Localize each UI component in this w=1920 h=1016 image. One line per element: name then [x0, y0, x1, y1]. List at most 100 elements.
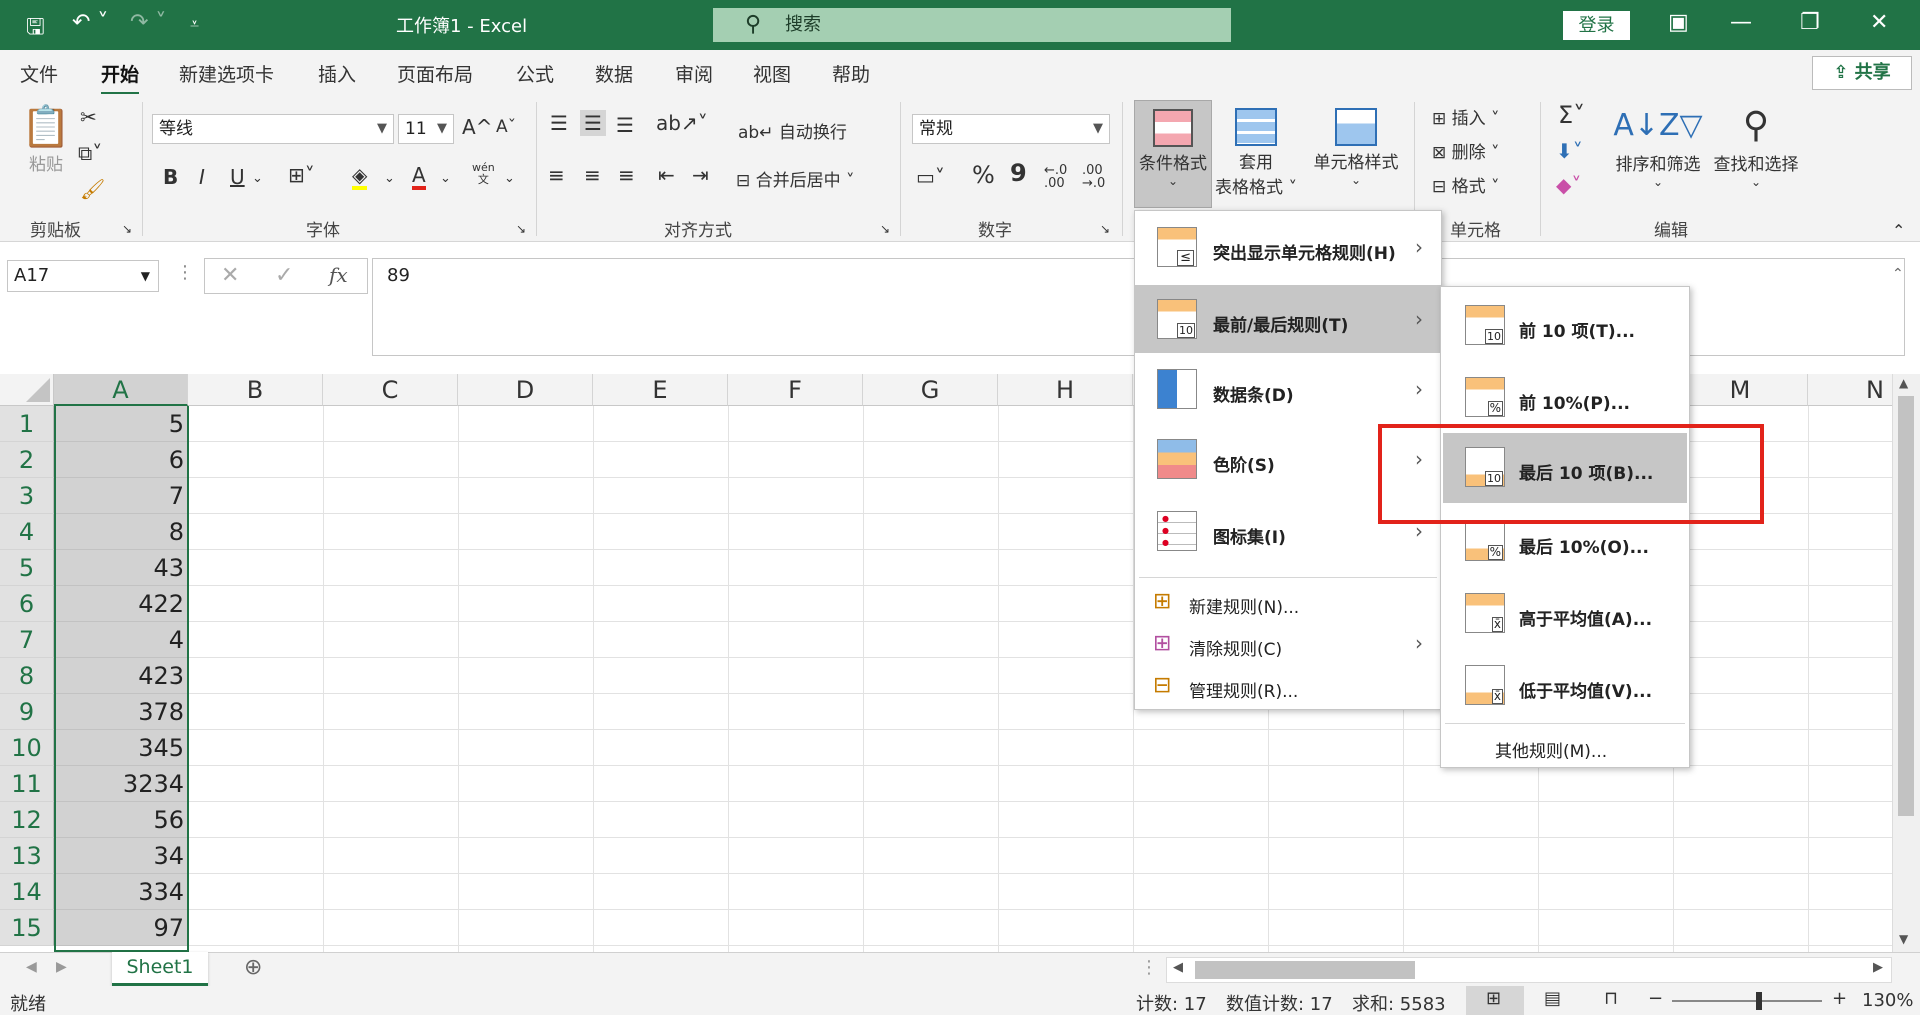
row-header[interactable]: 3 — [0, 478, 54, 514]
column-header-d[interactable]: D — [458, 374, 593, 406]
scroll-down-icon[interactable]: ▼ — [1899, 932, 1908, 946]
number-format-select[interactable]: 常规 ▼ — [912, 114, 1110, 144]
page-layout-view-icon[interactable]: ▤ — [1544, 988, 1561, 1009]
font-size-select[interactable]: 11 ▼ — [398, 114, 454, 144]
cell[interactable]: 423 — [54, 658, 188, 694]
font-name-select[interactable]: 等线 ▼ — [152, 114, 394, 144]
tab-review[interactable]: 审阅 — [675, 60, 713, 87]
cell[interactable]: 43 — [54, 550, 188, 586]
row-header[interactable]: 2 — [0, 442, 54, 478]
customize-qat-icon[interactable]: ⩡ — [190, 14, 199, 34]
tab-home[interactable]: 开始 — [101, 60, 140, 95]
menu-item-color-scales[interactable]: 色阶(S) › — [1135, 427, 1441, 493]
underline-button[interactable]: U — [230, 166, 245, 188]
menu-item-top10pct[interactable]: % 前 10%(P)... — [1441, 365, 1689, 431]
row-header[interactable]: 12 — [0, 802, 54, 838]
tab-view[interactable]: 视图 — [753, 60, 791, 87]
save-icon[interactable]: 🖫 — [26, 10, 45, 48]
row-header[interactable]: 14 — [0, 874, 54, 910]
paste-button[interactable]: 📋 粘贴 — [18, 104, 74, 175]
scroll-left-icon[interactable]: ◀ — [1173, 960, 1183, 975]
row-header[interactable]: 11 — [0, 766, 54, 802]
menu-item-data-bars[interactable]: 数据条(D) › — [1135, 357, 1441, 423]
wrap-text-button[interactable]: ab↵ 自动换行 — [738, 118, 847, 143]
chevron-down-icon[interactable]: ⌄ — [252, 168, 263, 190]
dialog-launcher-icon[interactable]: ↘ — [122, 218, 132, 240]
cell[interactable]: 97 — [54, 910, 188, 946]
menu-item-bottom10pct[interactable]: % 最后 10%(O)... — [1441, 509, 1689, 575]
splitter-icon[interactable]: ⋮ — [1140, 957, 1158, 978]
zoom-level[interactable]: 130% — [1862, 990, 1913, 1011]
sheet-tab-sheet1[interactable]: Sheet1 — [112, 952, 208, 986]
cell[interactable]: 34 — [54, 838, 188, 874]
accounting-format-icon[interactable]: ▭˅ — [916, 166, 945, 188]
bold-button[interactable]: B — [163, 166, 178, 188]
copy-icon[interactable]: ⧉˅ — [78, 142, 102, 164]
menu-item-manage-rules[interactable]: ⊟ 管理规则(R)... — [1135, 667, 1441, 707]
h-scroll-thumb[interactable] — [1195, 961, 1415, 979]
increase-indent-icon[interactable]: ⇥ — [692, 164, 709, 186]
decrease-indent-icon[interactable]: ⇤ — [658, 164, 675, 186]
cell[interactable]: 3234 — [54, 766, 188, 802]
zoom-out-icon[interactable]: − — [1648, 988, 1663, 1009]
scroll-thumb[interactable] — [1898, 396, 1914, 816]
chevron-down-icon[interactable]: ⌄ — [440, 168, 451, 190]
column-header-e[interactable]: E — [593, 374, 728, 406]
row-header[interactable]: 15 — [0, 910, 54, 946]
row-header[interactable]: 6 — [0, 586, 54, 622]
restore-icon[interactable]: ❐ — [1800, 10, 1820, 35]
cell[interactable]: 8 — [54, 514, 188, 550]
select-all-corner[interactable] — [0, 374, 54, 406]
minimize-icon[interactable]: — — [1730, 10, 1752, 35]
cut-icon[interactable]: ✂ — [80, 106, 97, 128]
decrease-decimal-icon[interactable]: .00 →.0 — [1082, 164, 1105, 190]
delete-cells-button[interactable]: ⊠ 删除 ˅ — [1432, 138, 1500, 163]
cell[interactable]: 6 — [54, 442, 188, 478]
tab-help[interactable]: 帮助 — [832, 60, 870, 87]
redo-icon[interactable]: ↷ ˅ — [130, 10, 166, 35]
menu-item-below-average[interactable]: x̄ 低于平均值(V)... — [1441, 653, 1689, 719]
tab-data[interactable]: 数据 — [595, 60, 633, 87]
conditional-formatting-button[interactable]: 条件格式 ⌄ — [1134, 100, 1212, 208]
row-header[interactable]: 4 — [0, 514, 54, 550]
align-bottom-icon[interactable]: ☰ — [616, 114, 634, 136]
vertical-scrollbar[interactable]: ▲ ▼ — [1892, 374, 1920, 952]
align-center-icon[interactable]: ≡ — [584, 164, 601, 186]
format-cells-button[interactable]: ⊟ 格式 ˅ — [1432, 172, 1500, 197]
font-color-icon[interactable]: A — [412, 164, 426, 190]
row-header[interactable]: 5 — [0, 550, 54, 586]
phonetic-icon[interactable]: wén 文 — [472, 162, 495, 186]
clear-icon[interactable]: ◆˅ — [1556, 174, 1581, 196]
fill-icon[interactable]: ⬇˅ — [1556, 140, 1583, 162]
scroll-right-icon[interactable]: ▶ — [1873, 960, 1883, 975]
menu-item-bottom10[interactable]: 10 最后 10 项(B)... — [1443, 433, 1687, 503]
row-header[interactable]: 13 — [0, 838, 54, 874]
menu-item-clear-rules[interactable]: ⊞ 清除规则(C) › — [1135, 625, 1441, 665]
row-header[interactable]: 9 — [0, 694, 54, 730]
cell[interactable]: 334 — [54, 874, 188, 910]
grow-font-icon[interactable]: A^ — [462, 116, 492, 138]
comma-button[interactable]: 9 — [1010, 161, 1027, 185]
close-icon[interactable]: ✕ — [1870, 10, 1888, 35]
zoom-thumb[interactable] — [1756, 992, 1762, 1010]
zoom-slider[interactable] — [1672, 992, 1822, 1010]
increase-decimal-icon[interactable]: ←.0.00 — [1044, 164, 1067, 190]
share-button[interactable]: ⇪ 共享 — [1812, 56, 1912, 90]
next-sheet-icon[interactable]: ▶ — [56, 959, 67, 975]
row-header[interactable]: 8 — [0, 658, 54, 694]
cell[interactable]: 422 — [54, 586, 188, 622]
cell[interactable]: 7 — [54, 478, 188, 514]
find-select-button[interactable]: ⚲ 查找和选择 ⌄ — [1708, 102, 1804, 189]
percent-button[interactable]: % — [972, 163, 995, 187]
shrink-font-icon[interactable]: Aˇ — [496, 116, 516, 138]
menu-item-new-rule[interactable]: ⊞ 新建规则(N)... — [1135, 583, 1441, 623]
cell[interactable]: 4 — [54, 622, 188, 658]
tab-page-layout[interactable]: 页面布局 — [397, 60, 473, 87]
chevron-down-icon[interactable]: ⌄ — [384, 168, 395, 190]
zoom-in-icon[interactable]: + — [1832, 988, 1847, 1009]
row-header[interactable]: 1 — [0, 406, 54, 442]
cell[interactable]: 345 — [54, 730, 188, 766]
orientation-icon[interactable]: ab↗˅ — [656, 112, 708, 134]
cell[interactable]: 5 — [54, 406, 188, 442]
collapse-ribbon-icon[interactable]: ⌃ — [1892, 220, 1905, 242]
